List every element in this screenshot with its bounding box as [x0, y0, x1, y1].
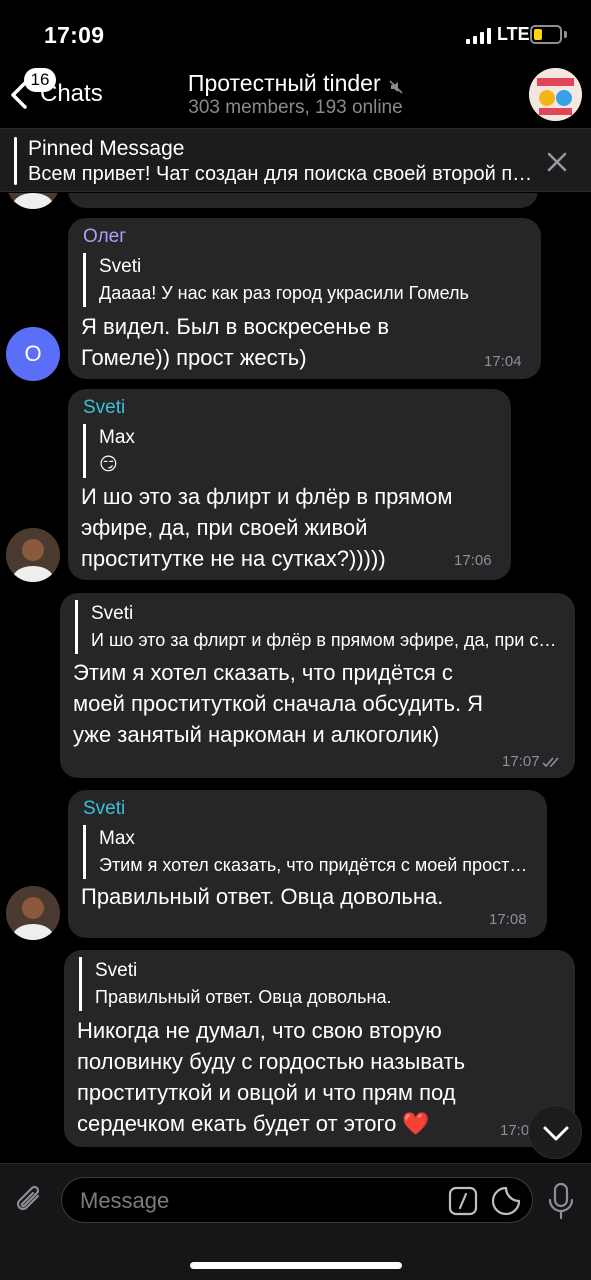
reply-name: Max [99, 828, 135, 849]
previous-message-bubble[interactable] [68, 193, 538, 208]
reply-text: 😏 [99, 454, 118, 474]
message-text: Никогда не думал, что свою вторую полови… [77, 1015, 465, 1139]
message-line: проституткой и овцой и что прям под [77, 1080, 456, 1105]
reply-preview[interactable]: Sveti Правильный ответ. Овца довольна. [79, 957, 563, 1011]
cellular-signal-icon [466, 28, 491, 44]
message-time: 17:0 [500, 1122, 530, 1139]
reply-text: И шо это за флирт и флёр в прямом эфире,… [91, 630, 563, 650]
message-time: 17:04 [484, 353, 522, 370]
message-line: моей проституткой сначала обсудить. Я [73, 691, 484, 716]
network-type: LTE [497, 24, 530, 44]
reply-text: Правильный ответ. Овца довольна. [95, 987, 392, 1007]
reply-preview[interactable]: Sveti Даааа! У нас как раз город украсил… [83, 253, 528, 307]
message-line: половинку буду с гордостью называть [77, 1049, 466, 1074]
reply-name: Sveti [99, 256, 142, 277]
group-avatar[interactable] [529, 68, 582, 121]
pinned-title: Pinned Message [28, 137, 185, 160]
avatar[interactable]: O [6, 327, 60, 381]
message-time: 17:07 [502, 753, 540, 770]
message-bubble[interactable]: Sveti Max 😏 И шо это за флирт и флёр в п… [68, 389, 511, 580]
pinned-indicator [14, 137, 17, 185]
message-line: Никогда не думал, что свою вторую [77, 1018, 442, 1043]
message-input[interactable]: Message [61, 1177, 533, 1223]
pinned-text: Всем привет! Чат создан для поиска своей… [28, 163, 540, 185]
sender-name[interactable]: Sveti [83, 798, 125, 820]
chat-header: 16 Chats Протестный tinder 303 members, … [0, 66, 591, 128]
sticker-icon[interactable] [490, 1185, 522, 1217]
message-line: И шо это за флирт и флёр в прямом [81, 484, 453, 509]
reply-name: Sveti [95, 960, 138, 981]
message-text: Этим я хотел сказать, что придётся с мое… [73, 657, 483, 750]
message-list[interactable]: Олег Sveti Даааа! У нас как раз город ук… [0, 193, 591, 1163]
reply-preview[interactable]: Max 😏 [83, 424, 283, 478]
message-bubble[interactable]: Олег Sveti Даааа! У нас как раз город ук… [68, 218, 541, 379]
message-line: Этим я хотел сказать, что придётся с [73, 660, 453, 685]
status-time: 17:09 [44, 22, 105, 48]
sender-name[interactable]: Sveti [83, 397, 125, 419]
message-line: проститутке не на сутках?))))) [81, 546, 386, 571]
message-time: 17:06 [454, 552, 492, 569]
paperclip-icon[interactable] [12, 1182, 48, 1218]
chat-title: Протестный tinder [187, 70, 381, 96]
chat-title-area[interactable]: Протестный tinder [0, 70, 591, 97]
message-line: Я видел. Был в воскресенье в [81, 314, 390, 339]
message-line: сердечком екать будет от этого ❤️ [77, 1111, 430, 1136]
avatar-initial: O [24, 341, 42, 366]
avatar[interactable] [6, 193, 60, 209]
reply-text: Этим я хотел сказать, что придётся с мое… [99, 855, 533, 875]
scroll-to-bottom-button[interactable] [528, 1105, 582, 1159]
message-line: уже занятый наркоман и алкоголик) [73, 722, 440, 747]
reply-text: Даааа! У нас как раз город украсили Гоме… [99, 283, 469, 303]
message-line: Гомеле)) прост жесть) [81, 345, 307, 370]
reply-name: Sveti [91, 603, 134, 624]
message-text: Правильный ответ. Овца довольна. [81, 881, 443, 912]
home-indicator[interactable] [190, 1262, 402, 1269]
outgoing-message-bubble[interactable]: Sveti Правильный ответ. Овца довольна. Н… [64, 950, 575, 1147]
outgoing-message-bubble[interactable]: Sveti И шо это за флирт и флёр в прямом … [60, 593, 575, 778]
message-text: Я видел. Был в воскресенье в Гомеле)) пр… [81, 311, 389, 373]
sender-name[interactable]: Олег [83, 226, 126, 248]
double-check-icon [542, 757, 559, 768]
avatar[interactable] [6, 528, 60, 582]
message-placeholder: Message [80, 1188, 170, 1213]
battery-tip [564, 31, 567, 38]
close-icon[interactable] [544, 149, 570, 175]
reply-preview[interactable]: Max Этим я хотел сказать, что придётся с… [83, 825, 533, 879]
mute-icon [389, 80, 403, 94]
message-line: Правильный ответ. Овца довольна. [81, 884, 444, 909]
pinned-message[interactable]: Pinned Message Всем привет! Чат создан д… [0, 128, 591, 192]
battery-icon [530, 25, 562, 44]
chevron-down-icon [543, 1126, 569, 1141]
chat-subtitle: 303 members, 193 online [188, 97, 403, 118]
message-text: И шо это за флирт и флёр в прямом эфире,… [81, 481, 453, 574]
microphone-icon[interactable] [546, 1181, 576, 1221]
avatar[interactable] [6, 886, 60, 940]
message-time: 17:08 [489, 911, 527, 928]
message-line: эфире, да, при своей живой [81, 515, 368, 540]
message-bubble[interactable]: Sveti Max Этим я хотел сказать, что прид… [68, 790, 547, 938]
slash-command-icon[interactable] [448, 1186, 478, 1216]
reply-preview[interactable]: Sveti И шо это за флирт и флёр в прямом … [75, 600, 563, 654]
status-bar: 17:09 LTE [0, 0, 591, 66]
reply-name: Max [99, 427, 135, 448]
